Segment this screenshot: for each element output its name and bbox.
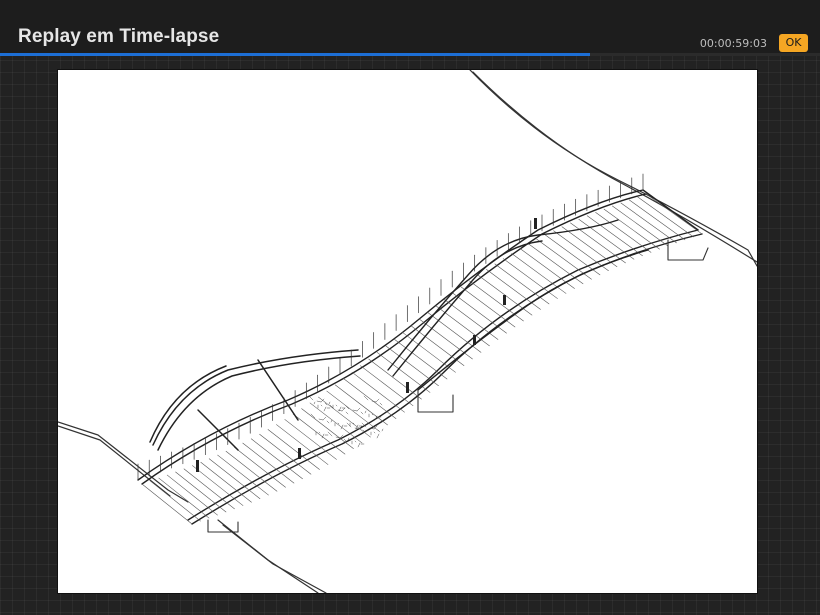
bridge-piers — [207, 239, 709, 533]
replay-timestamp: 00:00:59:03 — [699, 37, 767, 50]
railings — [137, 173, 644, 481]
bridge-sketch — [58, 70, 757, 593]
top-bar: Replay em Time-lapse 00:00:59:03 OK — [0, 0, 820, 55]
page-title: Replay em Time-lapse — [18, 26, 220, 47]
replay-progress-bar[interactable] — [0, 53, 820, 56]
deck-planks — [141, 193, 703, 525]
riverbank-lines — [58, 70, 757, 593]
left-arch — [149, 349, 361, 451]
drawing-canvas — [58, 70, 757, 593]
bridge-deck — [137, 189, 703, 525]
ok-button[interactable]: OK — [779, 34, 808, 52]
replay-progress-fill — [0, 53, 591, 56]
